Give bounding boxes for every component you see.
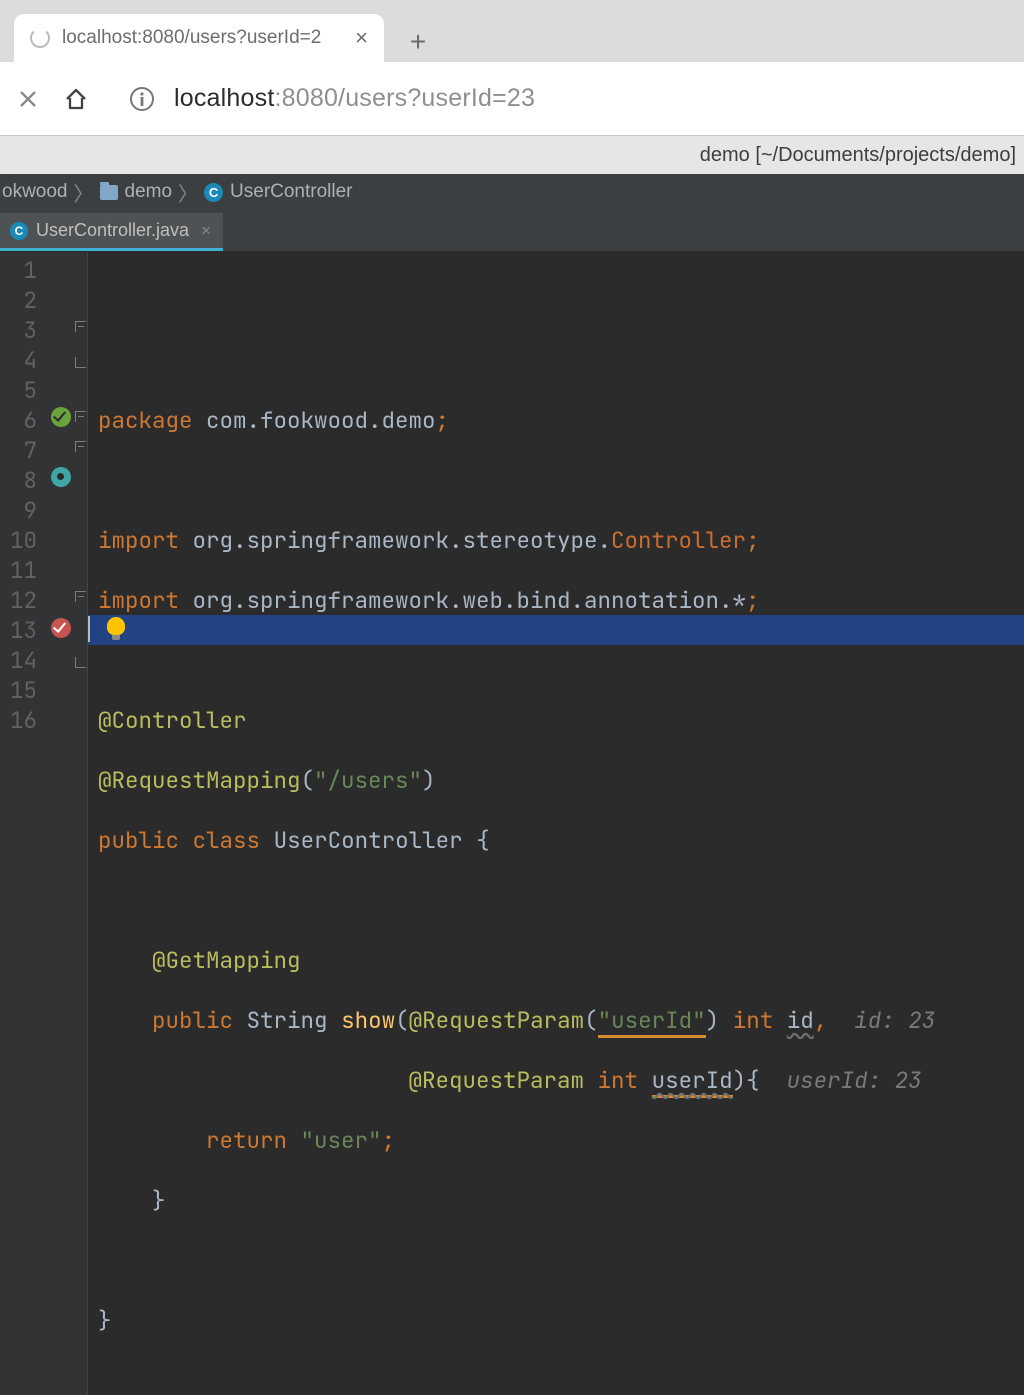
fold-indicator-icon[interactable] bbox=[75, 441, 86, 452]
site-info-icon[interactable] bbox=[126, 83, 158, 115]
stop-reload-button[interactable] bbox=[12, 83, 44, 115]
close-file-icon[interactable]: × bbox=[201, 221, 211, 241]
current-line-highlight bbox=[88, 615, 1024, 645]
file-tab-label: UserController.java bbox=[36, 220, 189, 241]
new-tab-button[interactable]: + bbox=[398, 22, 438, 62]
url-host: localhost bbox=[174, 84, 274, 112]
crumb-class[interactable]: C UserController bbox=[204, 181, 352, 203]
ide-window-title: demo [~/Documents/projects/demo] bbox=[0, 136, 1024, 174]
home-button[interactable] bbox=[60, 83, 92, 115]
fold-indicator-icon[interactable] bbox=[75, 411, 86, 422]
breadcrumb: okwood 〉 demo 〉 C UserController bbox=[0, 174, 1024, 210]
tab-title: localhost:8080/users?userId=2 bbox=[62, 27, 343, 49]
class-icon: C bbox=[10, 222, 28, 240]
code-editor[interactable]: 1 2 3 4 5 6 7 8 9 10 11 12 13 14 15 16 p… bbox=[0, 252, 1024, 1395]
breakpoint-icon[interactable] bbox=[51, 618, 71, 638]
url-display[interactable]: localhost:8080/users?userId=23 bbox=[174, 84, 1012, 113]
icon-gutter bbox=[48, 252, 88, 1395]
close-tab-icon[interactable]: × bbox=[355, 27, 368, 49]
file-tab-bar: C UserController.java × bbox=[0, 210, 1024, 252]
address-bar: localhost:8080/users?userId=23 bbox=[0, 62, 1024, 136]
fold-indicator-icon[interactable] bbox=[75, 321, 86, 332]
request-mapping-icon[interactable] bbox=[51, 467, 71, 487]
fold-end-icon bbox=[75, 657, 86, 668]
tab-strip: localhost:8080/users?userId=2 × + bbox=[0, 0, 1024, 62]
browser-tab[interactable]: localhost:8080/users?userId=2 × bbox=[14, 14, 384, 62]
browser-chrome: localhost:8080/users?userId=2 × + localh… bbox=[0, 0, 1024, 136]
file-tab-active[interactable]: C UserController.java × bbox=[0, 213, 223, 251]
class-icon: C bbox=[204, 183, 223, 202]
crumb-root[interactable]: okwood bbox=[2, 181, 68, 203]
text-caret bbox=[88, 616, 90, 642]
chevron-right-icon: 〉 bbox=[178, 178, 198, 207]
code-area[interactable]: package com.fookwood.demo; import org.sp… bbox=[88, 252, 1024, 1395]
loading-spinner-icon bbox=[30, 28, 50, 48]
fold-indicator-icon[interactable] bbox=[75, 591, 86, 602]
intention-bulb-icon[interactable] bbox=[107, 617, 125, 635]
chevron-right-icon: 〉 bbox=[74, 178, 94, 207]
folder-icon bbox=[100, 185, 118, 200]
fold-end-icon bbox=[75, 357, 86, 368]
url-path: :8080/users?userId=23 bbox=[274, 84, 535, 112]
crumb-folder[interactable]: demo bbox=[100, 181, 173, 203]
line-number-gutter: 1 2 3 4 5 6 7 8 9 10 11 12 13 14 15 16 bbox=[0, 252, 48, 1395]
spring-bean-icon[interactable] bbox=[51, 407, 71, 427]
